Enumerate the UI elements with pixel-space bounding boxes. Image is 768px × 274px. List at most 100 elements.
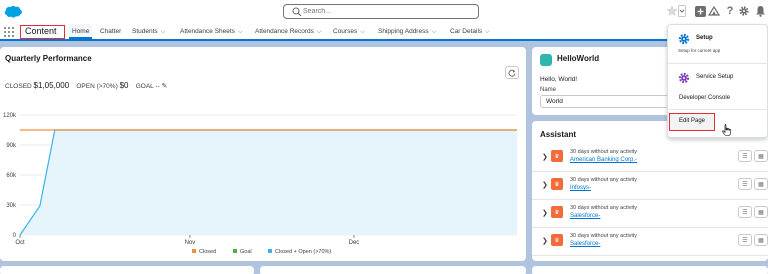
global-search[interactable] <box>283 4 479 19</box>
y-tick-label: 60k <box>6 173 17 179</box>
app-navigation-bar: Content Home Chatter Students ⌵ Attendanc… <box>0 24 768 41</box>
menu-item-service-setup[interactable]: Service Setup <box>668 70 768 86</box>
quarterly-performance-card: Quarterly Performance CLOSED $1,05,000 O… <box>0 47 526 261</box>
tab-students[interactable]: Students ⌵ <box>132 24 165 39</box>
menu-item-label: Service Setup <box>696 74 734 80</box>
notifications-bell-icon[interactable] <box>753 4 767 18</box>
tab-home[interactable]: Home <box>69 24 93 39</box>
tab-attendance-records[interactable]: Attendance Records ⌵ <box>255 24 321 39</box>
calendar-event-button[interactable]: ▦ <box>754 234 768 246</box>
salesforce-logo-icon[interactable] <box>3 5 23 19</box>
refresh-icon <box>508 69 516 77</box>
chevron-down-icon[interactable]: ⌵ <box>485 29 490 35</box>
y-tick-label: 90k <box>6 143 17 149</box>
assistant-item-link[interactable]: Salesforce- <box>570 241 600 247</box>
chevron-right-icon[interactable]: ❯ <box>542 181 548 189</box>
calendar-event-button[interactable]: ▦ <box>754 150 768 162</box>
chevron-down-icon[interactable]: ⌵ <box>238 29 243 35</box>
menu-item-label: Setup <box>696 35 713 41</box>
chevron-down-icon[interactable]: ⌵ <box>317 29 322 35</box>
tab-label: Home <box>72 28 90 35</box>
assistant-item[interactable]: ❯ ♛ 30 days without any activity Salesforce… <box>532 200 768 228</box>
chevron-down-icon[interactable]: ⌵ <box>161 29 166 35</box>
menu-item-label: Developer Console <box>679 95 731 101</box>
bottom-card-middle <box>260 266 526 274</box>
assistant-card: Assistant ❯ ♛ 30 days without any activity… <box>532 121 768 261</box>
card-title: Assistant <box>540 130 577 139</box>
trailhead-icon[interactable] <box>707 4 721 18</box>
tab-label: Courses <box>333 28 358 35</box>
global-header: ? <box>0 0 768 24</box>
tab-courses[interactable]: Courses ⌵ <box>333 24 365 39</box>
search-icon <box>292 7 302 17</box>
legend-label: Closed <box>199 249 216 255</box>
quarterly-performance-chart: 0 30k 60k 90k 120k Oct Nov Dec Closed Goal Closed … <box>3 113 517 255</box>
hand-cursor-icon <box>722 124 731 136</box>
opportunity-crown-icon: ♛ <box>551 234 563 246</box>
x-tick-label: Dec <box>349 240 360 246</box>
closed-value: $1,05,000 <box>33 81 70 90</box>
goal-value: -- <box>155 83 160 90</box>
task-list-button[interactable]: ☰ <box>738 206 752 218</box>
assistant-item-text: 30 days without any activity <box>570 177 637 183</box>
menu-item-edit-page[interactable]: Edit Page <box>669 113 715 131</box>
tab-label: Students <box>132 28 158 35</box>
menu-item-subtext: Setup for current app <box>678 48 721 53</box>
assistant-item-text: 30 days without any activity <box>570 233 637 239</box>
task-list-button[interactable]: ☰ <box>738 150 752 162</box>
assistant-item-link[interactable]: Salesforce- <box>570 213 600 219</box>
assistant-item-link[interactable]: Infosys- <box>570 185 591 191</box>
chevron-down-icon[interactable]: ⌵ <box>432 29 437 35</box>
tab-label: Attendance Sheets <box>180 28 235 35</box>
menu-divider <box>668 109 768 110</box>
tab-shipping-address[interactable]: Shipping Address ⌵ <box>378 24 436 39</box>
chevron-down-icon[interactable]: ⌵ <box>360 29 365 35</box>
component-icon <box>540 54 552 66</box>
tab-label: Chatter <box>100 28 122 35</box>
closed-open-area <box>20 130 517 235</box>
calendar-event-button[interactable]: ▦ <box>754 206 768 218</box>
closed-label: CLOSED <box>5 83 32 90</box>
assistant-item-text: 30 days without any activity <box>570 205 637 211</box>
assistant-item[interactable]: ❯ ♛ 30 days without any activity Salesforce… <box>532 228 768 256</box>
opportunity-crown-icon: ♛ <box>551 178 563 190</box>
assistant-item-link[interactable]: American Banking Corp.- <box>570 157 637 163</box>
tab-attendance-sheets[interactable]: Attendance Sheets ⌵ <box>180 24 243 39</box>
setup-gear-icon <box>678 33 690 45</box>
card-title: Quarterly Performance <box>5 54 92 63</box>
app-launcher-icon[interactable] <box>4 27 14 37</box>
assistant-item[interactable]: ❯ ♛ 30 days without any activity American B… <box>532 144 768 172</box>
service-setup-gear-icon <box>678 72 690 84</box>
greeting-text: Hello, World! <box>540 76 578 83</box>
task-list-button[interactable]: ☰ <box>738 178 752 190</box>
setup-gear-icon[interactable] <box>737 4 751 18</box>
app-name: Content <box>20 25 65 39</box>
tab-label: Car Details <box>450 28 483 35</box>
help-icon[interactable]: ? <box>723 4 737 18</box>
refresh-button[interactable] <box>505 66 519 79</box>
y-tick-label: 120k <box>3 113 17 119</box>
chevron-right-icon[interactable]: ❯ <box>542 237 548 245</box>
goal-label: GOAL <box>135 83 154 90</box>
opportunity-crown-icon: ♛ <box>551 150 563 162</box>
tab-car-details[interactable]: Car Details ⌵ <box>450 24 490 39</box>
search-input[interactable] <box>303 6 473 17</box>
edit-goal-pencil-icon[interactable]: ✎ <box>162 83 168 90</box>
global-actions-plus-icon[interactable] <box>693 4 707 18</box>
chevron-right-icon[interactable]: ❯ <box>542 209 548 217</box>
legend-swatch <box>192 249 196 253</box>
calendar-event-button[interactable]: ▦ <box>754 178 768 190</box>
tab-chatter[interactable]: Chatter <box>100 24 121 39</box>
legend-swatch <box>233 249 237 253</box>
opportunity-crown-icon: ♛ <box>551 206 563 218</box>
assistant-item[interactable]: ❯ ♛ 30 days without any activity Infosys- ☰ ▦ <box>532 172 768 200</box>
menu-item-developer-console[interactable]: Developer Console <box>668 91 768 107</box>
tab-label: Attendance Records <box>255 28 314 35</box>
menu-item-setup[interactable]: Setup Setup for current app <box>668 31 768 57</box>
menu-divider <box>668 63 768 64</box>
tab-label: Shipping Address <box>378 28 429 35</box>
task-list-button[interactable]: ☰ <box>738 234 752 246</box>
chevron-right-icon[interactable]: ❯ <box>542 153 548 161</box>
favorites-chevron-down-icon[interactable] <box>677 4 686 18</box>
legend-swatch <box>268 249 272 253</box>
